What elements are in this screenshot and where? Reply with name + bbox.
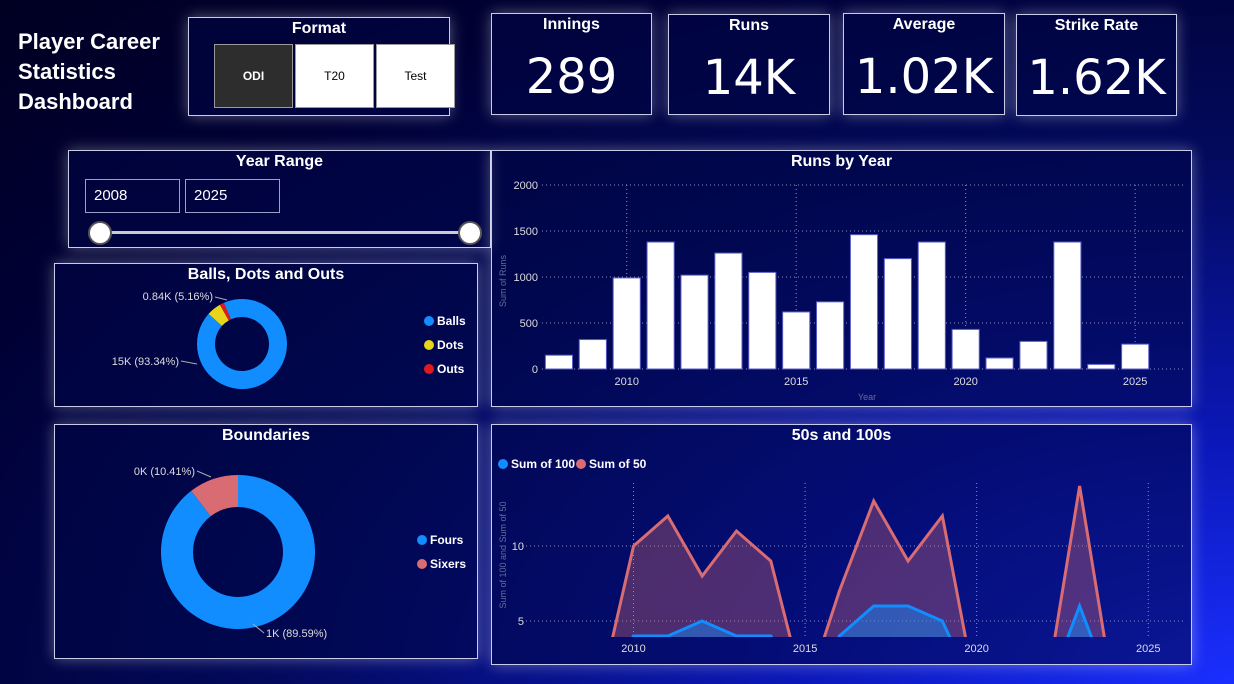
kpi-runs-value: 14K [702, 50, 796, 106]
legend-fours[interactable]: Fours [417, 533, 463, 547]
kpi-strike-rate-label: Strike Rate [1054, 17, 1139, 34]
y-tick-label: 10 [512, 541, 524, 553]
legend-sixers-swatch [417, 559, 427, 569]
legend-balls-swatch [424, 316, 434, 326]
bar-2020 [951, 328, 980, 370]
bar-2023 [1053, 241, 1082, 370]
balls-donut-chart: 15K (93.34%) 0.84K (5.16%) [112, 291, 287, 389]
format-option-t20[interactable]: T20 [295, 44, 374, 108]
fifties-hundreds-panel: 50s and 100s Sum of 100 Sum of 50 5 10 201… [491, 424, 1192, 665]
y-axis-title: Sum of 100 and Sum of 50 [498, 501, 508, 608]
kpi-innings-value: 289 [525, 49, 618, 105]
boundaries-donut-chart: 1K (89.59%) 0K (10.41%) [134, 466, 327, 640]
boundaries-panel: Boundaries 1K (89.59%) 0K (10.41%) Fours … [54, 424, 478, 659]
x-tick-label: 2020 [953, 376, 977, 388]
bar-2025 [1121, 343, 1150, 370]
year-range-title: Year Range [235, 153, 324, 170]
runs-bar-chart: 0 500 1000 1500 2000 2010 2015 2020 2025 Year Sum … [498, 180, 1186, 402]
area-fill-sum50 [1054, 486, 1105, 637]
format-slicer-title: Format [291, 20, 347, 37]
year-to-input[interactable]: 2025 [185, 179, 280, 213]
bar-2021 [985, 357, 1014, 370]
kpi-average-value: 1.02K [854, 49, 994, 105]
legend-fours-label: Fours [430, 533, 464, 547]
y-tick-label: 1000 [514, 272, 538, 284]
x-tick-label: 2015 [784, 376, 808, 388]
bar-2009 [578, 339, 607, 370]
kpi-card-runs: Runs 14K [668, 14, 830, 115]
year-from-input[interactable]: 2008 [85, 179, 180, 213]
kpi-average-label: Average [892, 16, 956, 33]
y-tick-label: 0 [532, 364, 538, 376]
bar-2018 [883, 258, 912, 370]
bar-2017 [849, 234, 879, 370]
y-tick-label: 1500 [514, 226, 538, 238]
legend-sixers-label: Sixers [430, 557, 467, 571]
bar-2015 [782, 311, 811, 370]
bar-2019 [917, 241, 946, 370]
legend-fours-swatch [417, 535, 427, 545]
data-label-fours: 1K (89.59%) [266, 628, 327, 640]
data-label-sixers: 0K (10.41%) [134, 466, 195, 478]
leader-line-sixers [196, 470, 212, 478]
runs-by-year-panel: Runs by Year 0 500 1000 1500 2000 2010 2015 202… [491, 150, 1192, 407]
balls-dots-outs-panel: Balls, Dots and Outs 15K (93.34%) 0.84K (… [54, 263, 478, 407]
bar-2012 [680, 274, 709, 370]
legend-balls[interactable]: Balls [424, 314, 466, 328]
y-tick-label: 500 [520, 318, 538, 330]
bar-2008 [544, 354, 574, 370]
kpi-card-innings: Innings 289 [491, 13, 652, 115]
y-tick-label: 2000 [514, 180, 538, 192]
y-tick-label: 5 [518, 616, 524, 628]
kpi-card-average: Average 1.02K [843, 13, 1005, 115]
year-slider-start-handle[interactable] [88, 221, 112, 245]
legend-outs-label: Outs [437, 362, 465, 376]
data-label-balls: 15K (93.34%) [112, 356, 179, 368]
fifties-area-chart: 5 10 2010 2015 2020 2025 Sum of 100 and Sum of… [498, 483, 1186, 655]
format-option-odi[interactable]: ODI [214, 44, 293, 108]
year-range-slicer: Year Range 2008 2025 [68, 150, 491, 248]
kpi-runs-label: Runs [729, 17, 769, 34]
data-label-dots: 0.84K (5.16%) [143, 291, 213, 303]
leader-line-dots [214, 296, 228, 301]
x-tick-label: 2010 [621, 643, 645, 655]
leader-line-balls [180, 360, 198, 365]
kpi-card-strike-rate: Strike Rate 1.62K [1016, 14, 1177, 116]
legend-dots[interactable]: Dots [424, 338, 464, 352]
y-axis-title: Sum of Runs [498, 254, 508, 307]
bar-2011 [646, 241, 675, 370]
x-tick-label: 2025 [1123, 376, 1147, 388]
bar-2024 [1087, 363, 1116, 370]
format-option-test[interactable]: Test [376, 44, 455, 108]
bar-2013 [714, 252, 743, 370]
dashboard-title: Player Career Statistics Dashboard [18, 29, 160, 114]
x-axis-title: Year [858, 392, 876, 402]
x-tick-label: 2025 [1136, 643, 1160, 655]
year-slider-end-handle[interactable] [458, 221, 482, 245]
area-fill-sum50 [824, 501, 966, 637]
legend-outs[interactable]: Outs [424, 362, 464, 376]
bar-2016 [816, 301, 845, 370]
bar-2022 [1019, 340, 1048, 370]
x-tick-label: 2015 [793, 643, 817, 655]
legend-balls-label: Balls [437, 314, 466, 328]
kpi-strike-rate-value: 1.62K [1027, 50, 1166, 106]
bar-2010 [612, 277, 641, 370]
legend-sixers[interactable]: Sixers [417, 557, 466, 571]
year-slider-track[interactable] [99, 231, 471, 234]
kpi-innings-label: Innings [543, 16, 600, 33]
legend-dots-label: Dots [437, 338, 464, 352]
format-slicer: Format ODI T20 Test [188, 17, 455, 116]
legend-dots-swatch [424, 340, 434, 350]
legend-outs-swatch [424, 364, 434, 374]
x-tick-label: 2020 [964, 643, 988, 655]
bar-2014 [748, 271, 777, 370]
area-plot-group [611, 485, 1106, 637]
x-tick-label: 2010 [614, 376, 638, 388]
